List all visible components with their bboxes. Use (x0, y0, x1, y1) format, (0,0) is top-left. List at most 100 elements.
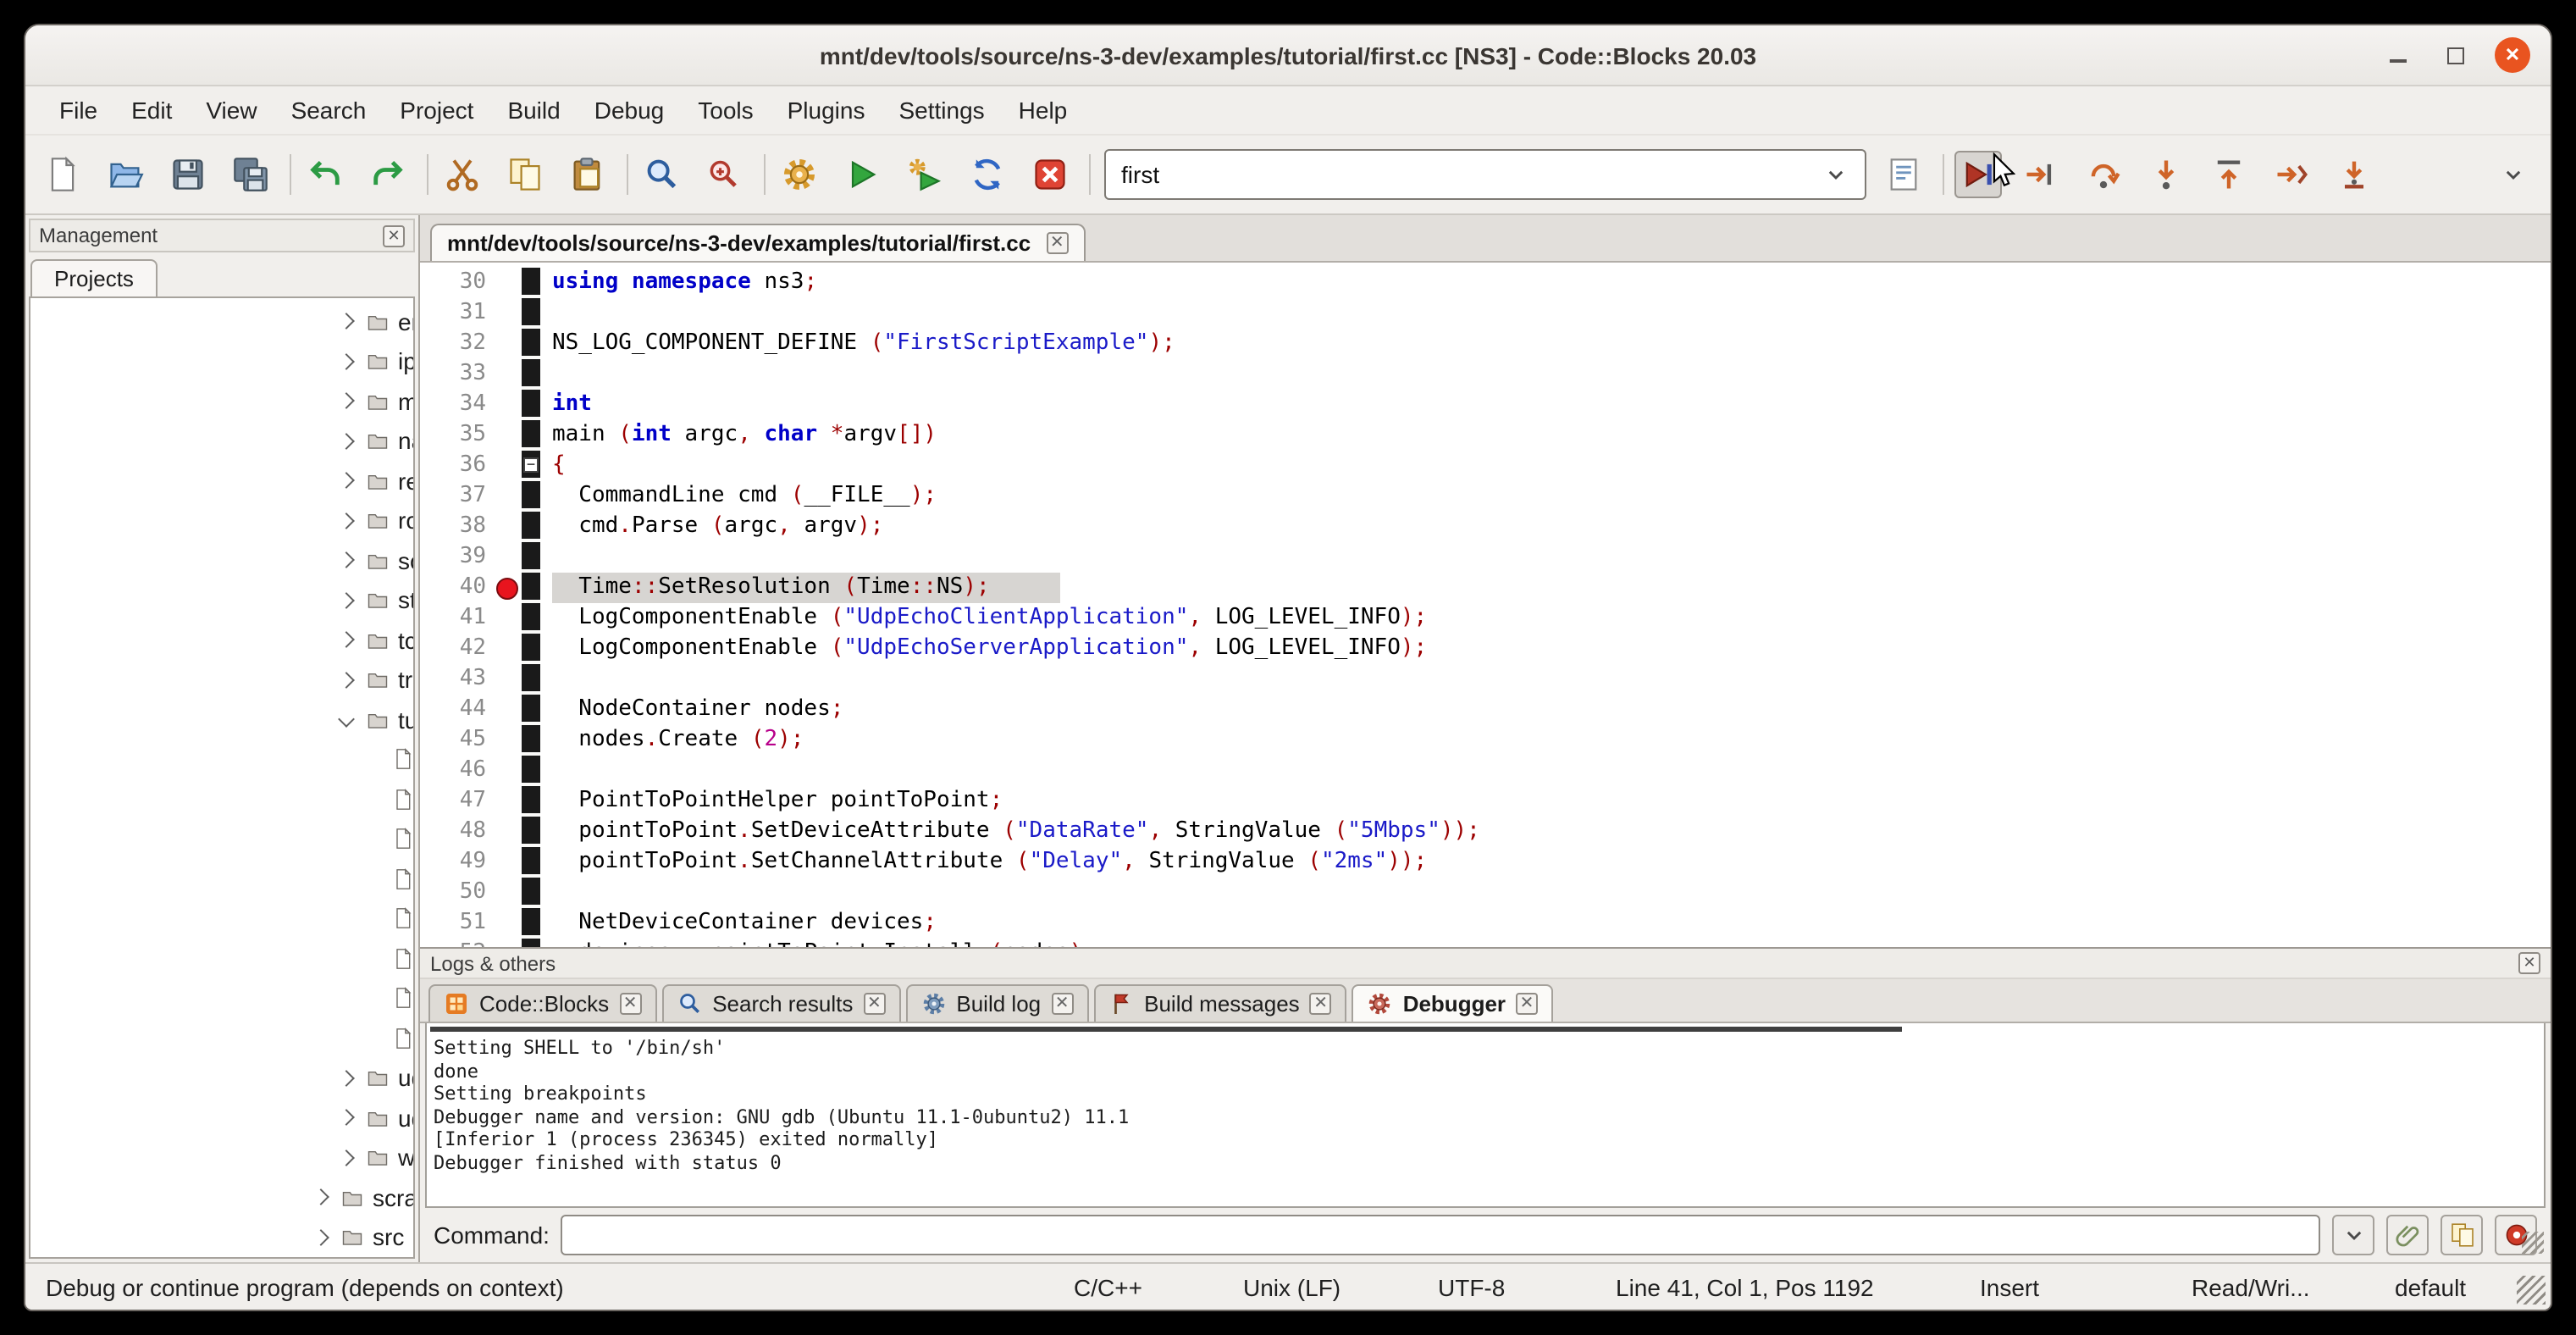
logs-tab-build-messages[interactable]: Build messages✕ (1093, 984, 1347, 1022)
chevron-right-icon[interactable] (338, 393, 355, 410)
fold-margin[interactable] (522, 298, 540, 329)
logs-tab-debugger[interactable]: Debugger✕ (1352, 984, 1553, 1022)
chevron-right-icon[interactable] (338, 433, 355, 450)
chevron-right-icon[interactable] (338, 353, 355, 370)
code-line-41[interactable]: 41 LogComponentEnable ("UdpEchoClientApp… (420, 603, 2551, 634)
abort-button[interactable] (1026, 151, 1074, 198)
fold-margin[interactable] (522, 817, 540, 847)
chevron-right-icon[interactable] (338, 672, 355, 689)
menu-view[interactable]: View (189, 90, 274, 130)
logs-resize-grip[interactable] (2522, 1232, 2544, 1254)
command-history-button[interactable] (2332, 1215, 2374, 1255)
menu-edit[interactable]: Edit (114, 90, 189, 130)
breakpoint-margin[interactable] (495, 939, 522, 947)
code-line-35[interactable]: 35main (int argc, char *argv[]) (420, 420, 2551, 451)
close-button[interactable]: ✕ (2495, 37, 2530, 73)
menu-search[interactable]: Search (274, 90, 384, 130)
run-button[interactable] (838, 151, 886, 198)
tree-item-rout[interactable]: rout (30, 501, 413, 540)
tree-item-fif[interactable]: fif (30, 740, 413, 779)
code-line-51[interactable]: 51 NetDeviceContainer devices; (420, 908, 2551, 939)
tree-item-tcp[interactable]: tcp (30, 620, 413, 660)
close-icon[interactable]: ✕ (1046, 232, 1068, 254)
code-line-43[interactable]: 43 (420, 664, 2551, 695)
breakpoint-margin[interactable] (495, 329, 522, 359)
breakpoint-margin[interactable] (495, 725, 522, 756)
open-button[interactable] (102, 151, 149, 198)
build-button[interactable] (776, 151, 823, 198)
close-icon[interactable]: ✕ (1310, 993, 1332, 1015)
new-file-button[interactable] (39, 151, 86, 198)
chevron-right-icon[interactable] (338, 1070, 355, 1087)
tree-item-tuto[interactable]: tuto (30, 700, 413, 740)
project-tree[interactable]: erroipv6matnamrealroutsockstattcptrafltu… (29, 296, 415, 1259)
breakpoint-margin[interactable] (495, 695, 522, 725)
tree-item-wire[interactable]: wire (30, 1138, 413, 1177)
tree-item-sock[interactable]: sock (30, 540, 413, 580)
chevron-down-icon[interactable] (338, 712, 355, 728)
tree-item-he[interactable]: he (30, 859, 413, 899)
fold-margin[interactable]: − (522, 451, 540, 481)
tree-item-se[interactable]: se (30, 939, 413, 978)
menu-build[interactable]: Build (490, 90, 577, 130)
next-line-button[interactable] (2080, 151, 2127, 198)
step-out-button[interactable] (2205, 151, 2253, 198)
save-all-button[interactable] (227, 151, 274, 198)
fold-open-icon[interactable]: − (523, 457, 539, 473)
code-line-33[interactable]: 33 (420, 359, 2551, 390)
chevron-right-icon[interactable] (338, 552, 355, 569)
code-line-31[interactable]: 31 (420, 298, 2551, 329)
code-line-44[interactable]: 44 NodeContainer nodes; (420, 695, 2551, 725)
close-icon[interactable]: ✕ (1051, 993, 1073, 1015)
chevron-right-icon[interactable] (312, 1189, 329, 1206)
logs-tab-search-results[interactable]: Search results✕ (661, 984, 900, 1022)
titlebar[interactable]: mnt/dev/tools/source/ns-3-dev/examples/t… (25, 25, 2551, 86)
tree-item-stat[interactable]: stat (30, 580, 413, 620)
code-line-48[interactable]: 48 pointToPoint.SetDeviceAttribute ("Dat… (420, 817, 2551, 847)
chevron-right-icon[interactable] (312, 1229, 329, 1246)
step-into-instruction-button[interactable] (2330, 151, 2378, 198)
next-instruction-button[interactable] (2268, 151, 2315, 198)
code-line-46[interactable]: 46 (420, 756, 2551, 786)
fold-margin[interactable] (522, 634, 540, 664)
chevron-down-icon[interactable] (1822, 161, 1849, 188)
fold-margin[interactable] (522, 908, 540, 939)
tab-projects[interactable]: Projects (30, 259, 158, 296)
breakpoint-margin[interactable] (495, 298, 522, 329)
code-line-36[interactable]: 36−{ (420, 451, 2551, 481)
step-into-button[interactable] (2142, 151, 2190, 198)
menu-settings[interactable]: Settings (882, 90, 1001, 130)
tree-item-udp-[interactable]: udp- (30, 1098, 413, 1138)
breakpoint-margin[interactable] (495, 512, 522, 542)
breakpoint-margin[interactable] (495, 756, 522, 786)
breakpoint-margin[interactable] (495, 481, 522, 512)
replace-button[interactable] (701, 151, 749, 198)
breakpoint-margin[interactable] (495, 420, 522, 451)
build-run-button[interactable] (901, 151, 948, 198)
breakpoint-margin[interactable] (495, 817, 522, 847)
fold-margin[interactable] (522, 786, 540, 817)
code-line-30[interactable]: 30using namespace ns3; (420, 268, 2551, 298)
copy-button[interactable] (501, 151, 549, 198)
chevron-right-icon[interactable] (338, 512, 355, 529)
tree-item-nam[interactable]: nam (30, 421, 413, 461)
breakpoint-margin[interactable] (495, 908, 522, 939)
breakpoint-margin[interactable] (495, 786, 522, 817)
breakpoint-margin[interactable] (495, 634, 522, 664)
breakpoint-margin[interactable] (495, 878, 522, 908)
tree-item-mat[interactable]: mat (30, 381, 413, 421)
code-line-42[interactable]: 42 LogComponentEnable ("UdpEchoServerApp… (420, 634, 2551, 664)
fold-margin[interactable] (522, 542, 540, 573)
redo-button[interactable] (364, 151, 412, 198)
tree-item-udp[interactable]: udp (30, 1058, 413, 1098)
chevron-right-icon[interactable] (338, 313, 355, 330)
breakpoint-margin[interactable] (495, 603, 522, 634)
tree-item-th[interactable]: th (30, 1018, 413, 1058)
management-close-button[interactable]: ✕ (383, 224, 405, 247)
code-line-45[interactable]: 45 nodes.Create (2); (420, 725, 2551, 756)
code-line-50[interactable]: 50 (420, 878, 2551, 908)
fold-margin[interactable] (522, 481, 540, 512)
code-line-52[interactable]: 52 devices = pointToPoint.Install (nodes… (420, 939, 2551, 947)
menu-help[interactable]: Help (1002, 90, 1085, 130)
cut-button[interactable] (439, 151, 486, 198)
